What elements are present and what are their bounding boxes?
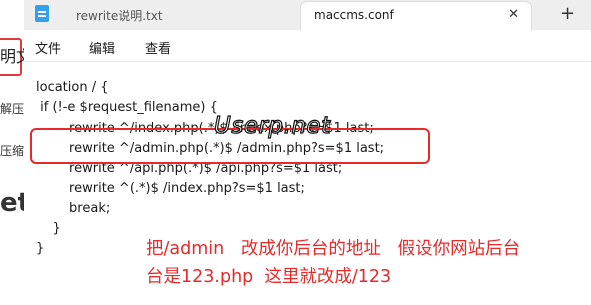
code-line: if (!-e $request_filename) { <box>36 100 218 115</box>
background-text: 解压 <box>0 102 25 116</box>
tab-label: rewrite说明.txt <box>76 9 163 23</box>
tab-rewrite-txt[interactable]: rewrite说明.txt <box>64 0 298 30</box>
background-text: et <box>0 188 24 218</box>
code-line: } <box>36 241 45 256</box>
menu-edit[interactable]: 编辑 <box>89 38 115 57</box>
background-text: 明文 <box>0 47 24 66</box>
tab-label: maccms.conf <box>314 8 394 22</box>
tab-maccms-conf[interactable]: maccms.conf ✕ <box>300 1 532 31</box>
tab-strip: rewrite说明.txt maccms.conf ✕ + <box>24 0 591 31</box>
annotation-line-1: 把/admin 改成你后台的地址 假设你网站后台 <box>146 239 521 259</box>
code-line: } <box>36 221 61 236</box>
close-tab-icon[interactable]: ✕ <box>508 8 519 22</box>
menu-bar: 文件 编辑 查看 <box>24 31 591 61</box>
new-tab-icon[interactable]: + <box>560 4 575 24</box>
menu-file[interactable]: 文件 <box>35 38 61 57</box>
background-window: 明文 解压 压缩 et <box>0 0 25 305</box>
code-line: break; <box>36 201 111 216</box>
annotation-line-2: 台是123.php 这里就改成/123 <box>146 267 392 287</box>
code-line: rewrite ^(.*)$ /index.php?s=$1 last; <box>36 181 305 196</box>
notepad-app-icon <box>35 5 49 22</box>
watermark: Userp.net <box>213 112 331 139</box>
background-text: 压缩 <box>0 144 25 158</box>
menu-view[interactable]: 查看 <box>145 38 171 57</box>
code-line: location / { <box>36 80 109 95</box>
